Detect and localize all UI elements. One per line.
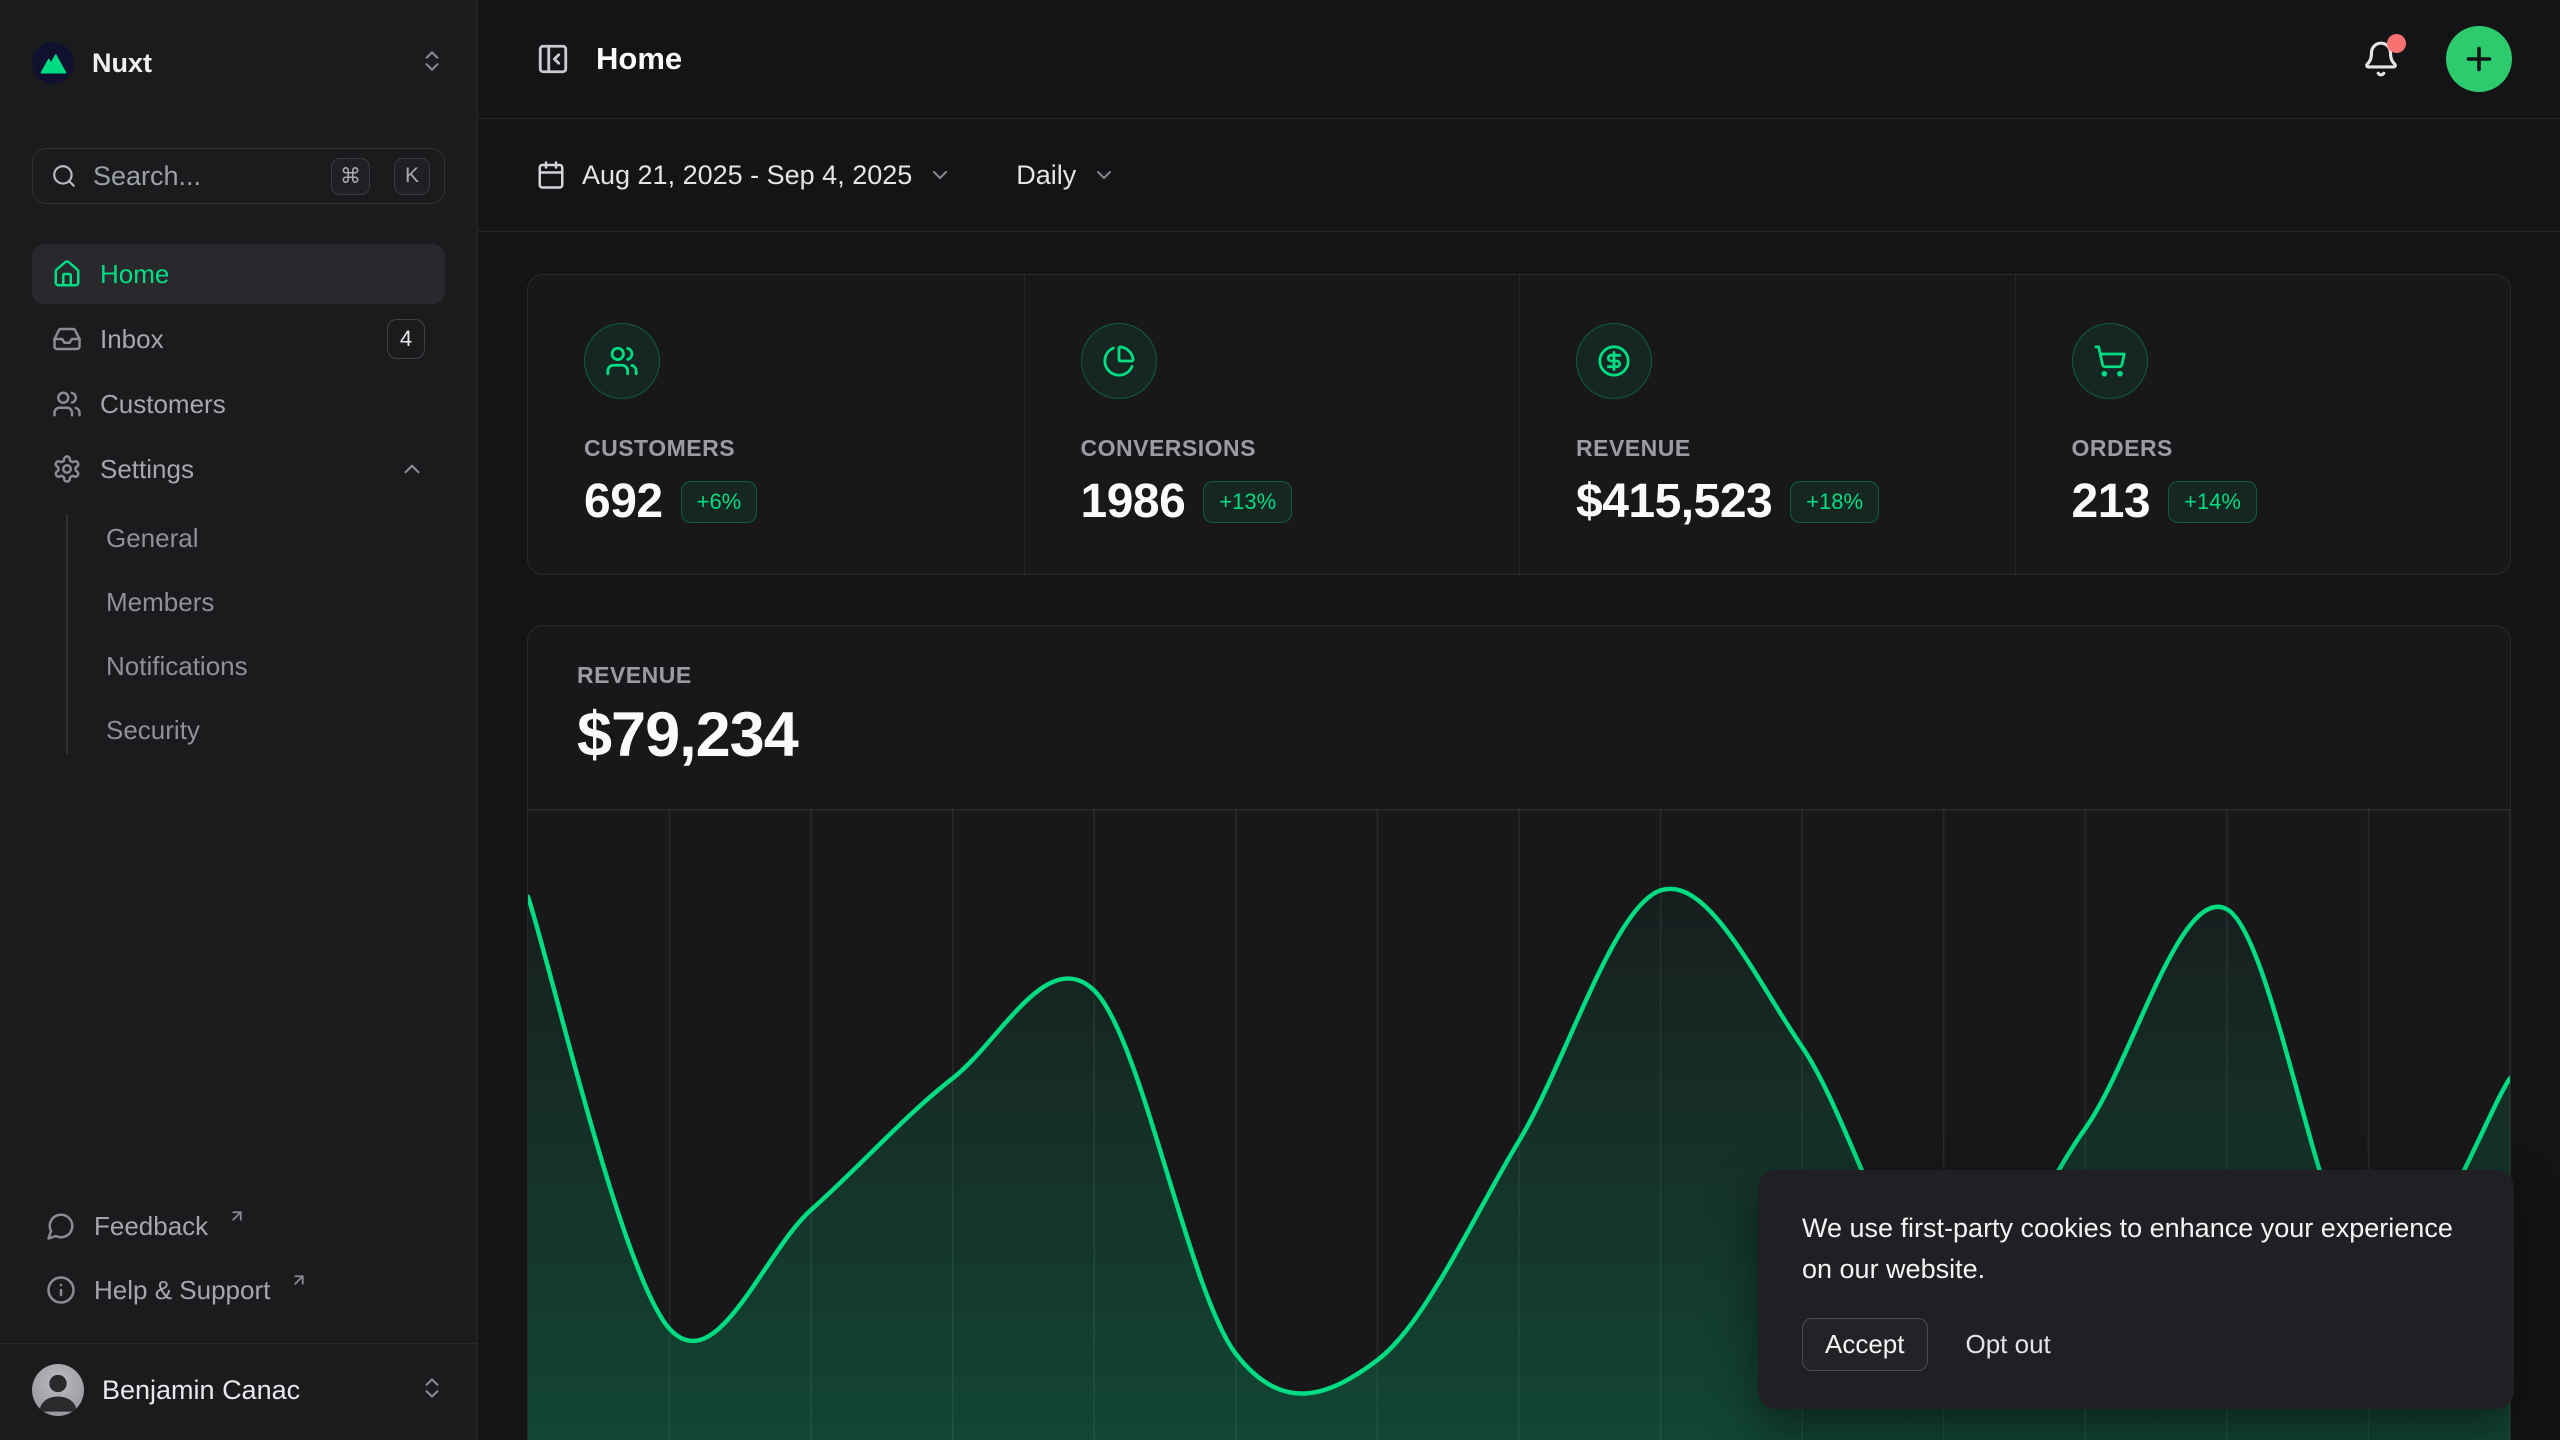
stat-label: CUSTOMERS	[584, 435, 968, 462]
sidebar-item-customers[interactable]: Customers	[32, 374, 445, 434]
inbox-count-badge: 4	[387, 319, 425, 359]
user-menu[interactable]: Benjamin Canac	[0, 1344, 477, 1440]
sidebar-footer-links: Feedback Help & Support	[32, 1195, 445, 1343]
dashboard-app: Nuxt ⌘ K Home Inb	[0, 0, 2560, 1440]
sidebar-spacer	[0, 762, 477, 1195]
users-icon	[52, 389, 82, 419]
panel-left-close-icon[interactable]	[536, 42, 570, 76]
page-title: Home	[596, 41, 682, 77]
stat-customers[interactable]: CUSTOMERS 692 +6%	[528, 275, 1024, 575]
stat-delta-badge: +18%	[1790, 481, 1879, 523]
stat-conversions[interactable]: CONVERSIONS 1986 +13%	[1024, 275, 1520, 575]
sidebar-nav: Home Inbox 4 Customers Settings	[32, 244, 445, 762]
revenue-chart-value: $79,234	[577, 699, 2461, 771]
stat-orders[interactable]: ORDERS 213 +14%	[2015, 275, 2511, 575]
sidebar-item-members[interactable]: Members	[32, 570, 445, 634]
cookie-banner: We use first-party cookies to enhance yo…	[1758, 1170, 2514, 1409]
inbox-icon	[52, 324, 82, 354]
sidebar: Nuxt ⌘ K Home Inb	[0, 0, 478, 1440]
filters-toolbar: Aug 21, 2025 - Sep 4, 2025 Daily	[478, 119, 2560, 232]
circle-dollar-icon	[1576, 323, 1652, 399]
help-support-label: Help & Support	[94, 1275, 270, 1306]
chevrons-up-down-icon	[419, 1375, 445, 1406]
pie-chart-icon	[1081, 323, 1157, 399]
sidebar-item-home[interactable]: Home	[32, 244, 445, 304]
stat-delta-badge: +14%	[2168, 481, 2257, 523]
plus-icon	[2461, 41, 2497, 77]
gear-icon	[52, 454, 82, 484]
stat-label: ORDERS	[2072, 435, 2455, 462]
calendar-icon	[536, 160, 566, 190]
info-circle-icon	[46, 1275, 76, 1305]
revenue-chart-header: REVENUE $79,234	[528, 626, 2510, 771]
nuxt-logo-icon	[32, 42, 74, 84]
date-range-value: Aug 21, 2025 - Sep 4, 2025	[582, 160, 912, 191]
stat-value: $415,523	[1576, 474, 1772, 529]
avatar	[32, 1364, 84, 1416]
stat-label: REVENUE	[1576, 435, 1959, 462]
users-icon	[584, 323, 660, 399]
cookie-message: We use first-party cookies to enhance yo…	[1802, 1208, 2470, 1290]
notification-dot	[2387, 34, 2406, 53]
stat-revenue[interactable]: REVENUE $415,523 +18%	[1519, 275, 2015, 575]
sidebar-item-notifications[interactable]: Notifications	[32, 634, 445, 698]
notifications-button[interactable]	[2356, 34, 2406, 84]
stats-panel: CUSTOMERS 692 +6% CONVERSIONS 1986 +13%	[527, 274, 2511, 575]
sidebar-item-label: Home	[100, 259, 425, 290]
search-box[interactable]: ⌘ K	[32, 148, 445, 204]
feedback-label: Feedback	[94, 1211, 208, 1242]
stat-label: CONVERSIONS	[1081, 435, 1464, 462]
sidebar-item-label: Customers	[100, 389, 425, 420]
date-range-picker[interactable]: Aug 21, 2025 - Sep 4, 2025	[536, 160, 952, 191]
feedback-link[interactable]: Feedback	[32, 1195, 445, 1257]
stat-delta-badge: +6%	[681, 481, 758, 523]
kbd-cmd: ⌘	[331, 158, 370, 195]
shopping-cart-icon	[2072, 323, 2148, 399]
kbd-k: K	[394, 158, 430, 195]
sidebar-item-general[interactable]: General	[32, 506, 445, 570]
sidebar-item-label: Settings	[100, 454, 381, 485]
user-name: Benjamin Canac	[102, 1375, 300, 1406]
external-link-icon	[228, 1207, 246, 1225]
topbar: Home	[478, 0, 2560, 119]
cookie-actions: Accept Opt out	[1802, 1318, 2470, 1371]
help-support-link[interactable]: Help & Support	[32, 1259, 445, 1321]
chevron-down-icon	[1092, 163, 1116, 187]
search-input[interactable]	[93, 161, 315, 192]
accept-button[interactable]: Accept	[1802, 1318, 1928, 1371]
sidebar-item-inbox[interactable]: Inbox 4	[32, 309, 445, 369]
sidebar-item-settings[interactable]: Settings	[32, 439, 445, 499]
external-link-icon	[290, 1271, 308, 1289]
chevron-down-icon	[928, 163, 952, 187]
house-icon	[52, 259, 82, 289]
period-select[interactable]: Daily	[1016, 160, 1116, 191]
opt-out-button[interactable]: Opt out	[1962, 1319, 2055, 1370]
stat-delta-badge: +13%	[1203, 481, 1292, 523]
message-circle-icon	[46, 1211, 76, 1241]
revenue-chart-label: REVENUE	[577, 662, 2461, 689]
sidebar-item-security[interactable]: Security	[32, 698, 445, 762]
chevron-up-icon	[399, 456, 425, 482]
brand-name: Nuxt	[92, 48, 152, 79]
stat-value: 1986	[1081, 474, 1186, 529]
workspace-switcher[interactable]: Nuxt	[0, 0, 477, 84]
settings-sub-list: General Members Notifications Security	[32, 506, 445, 762]
search-icon	[51, 163, 77, 189]
topbar-actions	[2356, 26, 2512, 92]
period-value: Daily	[1016, 160, 1076, 191]
sidebar-item-label: Inbox	[100, 324, 369, 355]
stat-value: 692	[584, 474, 663, 529]
stat-value: 213	[2072, 474, 2151, 529]
chevrons-up-down-icon	[419, 48, 445, 79]
add-button[interactable]	[2446, 26, 2512, 92]
